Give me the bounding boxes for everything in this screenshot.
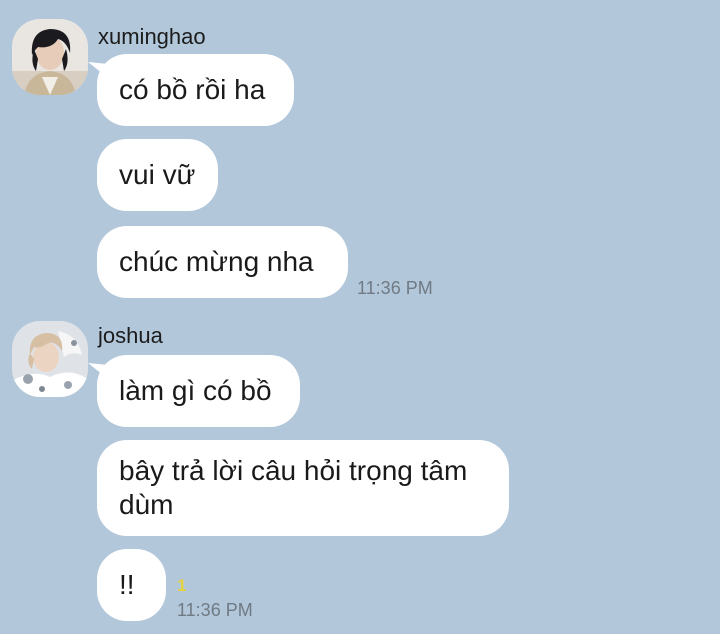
message-bubble[interactable]: !! [97, 549, 166, 621]
profile-photo-icon [12, 19, 88, 95]
message-bubble[interactable]: bây trả lời câu hỏi trọng tâm dùm [97, 440, 509, 536]
avatar-joshua[interactable] [12, 321, 88, 397]
message-timestamp: 11:36 PM [357, 278, 433, 298]
message-bubble[interactable]: có bồ rồi ha [97, 54, 294, 126]
message-timestamp: 11:36 PM [177, 600, 253, 620]
sender-name-xuminghao: xuminghao [98, 24, 206, 49]
sender-name-joshua: joshua [98, 323, 163, 348]
unread-count-badge: 1 [177, 576, 187, 595]
message-bubble[interactable]: vui vữ [97, 139, 218, 211]
avatar-xuminghao[interactable] [12, 19, 88, 95]
message-bubble[interactable]: làm gì có bồ [97, 355, 300, 427]
message-bubble[interactable]: chúc mừng nha [97, 226, 348, 298]
profile-photo-icon [12, 321, 88, 397]
